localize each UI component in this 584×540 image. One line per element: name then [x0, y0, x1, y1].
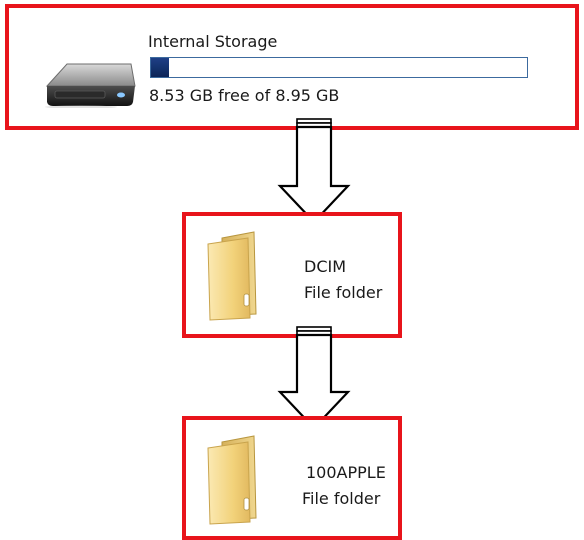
drive-name: Internal Storage — [148, 32, 278, 51]
folder-type: File folder — [302, 489, 381, 508]
folder-name: 100APPLE — [306, 463, 386, 482]
capacity-bar — [150, 57, 528, 78]
down-arrow-icon — [277, 118, 351, 224]
folder-icon — [207, 435, 257, 525]
folder-name: DCIM — [304, 257, 347, 276]
drive-free-space: 8.53 GB free of 8.95 GB — [149, 86, 340, 105]
down-arrow-icon — [277, 326, 351, 430]
internal-storage-drive[interactable]: Internal Storage 8.53 GB free of 8.95 GB — [5, 4, 579, 130]
folder-type: File folder — [304, 283, 383, 302]
dcim-folder[interactable]: DCIM File folder — [182, 212, 402, 338]
100apple-folder[interactable]: 100APPLE File folder — [182, 416, 402, 540]
folder-icon — [207, 231, 257, 321]
capacity-used-fill — [151, 58, 169, 77]
hard-drive-icon — [45, 63, 136, 108]
